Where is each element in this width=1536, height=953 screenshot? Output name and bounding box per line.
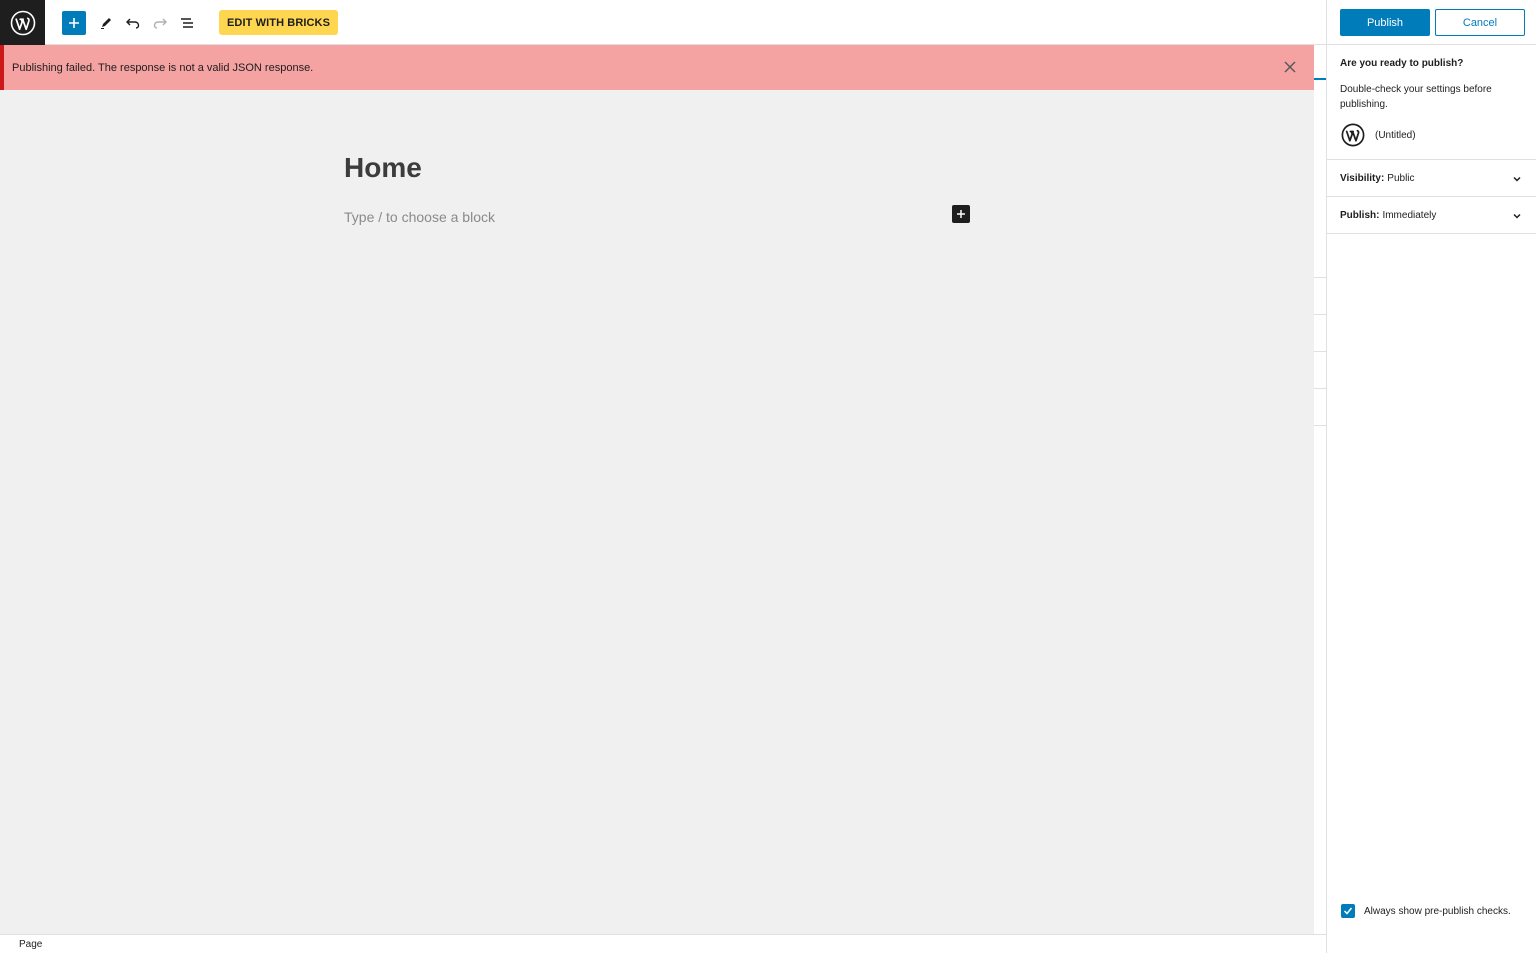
- checkmark-icon: [1343, 907, 1353, 915]
- edge-divider: [1314, 351, 1326, 352]
- chevron-down-icon: [1513, 176, 1521, 182]
- sidebar-edge-strip: [1314, 45, 1326, 934]
- always-show-checkbox[interactable]: [1341, 904, 1355, 918]
- site-info: (Untitled): [1341, 123, 1416, 147]
- ready-heading: Are you ready to publish?: [1340, 58, 1464, 69]
- redo-icon: [153, 18, 167, 29]
- redo-button[interactable]: [148, 11, 172, 35]
- plus-icon: [957, 210, 965, 218]
- undo-icon: [126, 18, 140, 29]
- editor-toolbar: EDIT WITH BRICKS: [0, 0, 1326, 45]
- pencil-icon: [101, 18, 111, 29]
- publish-button[interactable]: Publish: [1340, 9, 1430, 36]
- cancel-button[interactable]: Cancel: [1435, 9, 1525, 36]
- editor-footer: Page: [0, 934, 1326, 953]
- add-block-button[interactable]: [62, 11, 86, 35]
- error-notice: Publishing failed. The response is not a…: [0, 45, 1314, 90]
- block-placeholder[interactable]: Type / to choose a block: [344, 209, 495, 225]
- undo-button[interactable]: [121, 11, 145, 35]
- edge-divider: [1314, 314, 1326, 315]
- wordpress-logo-button[interactable]: [0, 0, 45, 45]
- edge-divider: [1314, 277, 1326, 278]
- visibility-label: Visibility:: [1340, 172, 1385, 184]
- publish-time-row[interactable]: Publish: Immediately: [1327, 197, 1536, 234]
- publish-time-label: Publish:: [1340, 209, 1380, 221]
- post-title[interactable]: Home: [344, 152, 422, 184]
- prepublish-panel: Publish Cancel Are you ready to publish?…: [1326, 0, 1536, 953]
- inline-add-block-button[interactable]: [952, 205, 970, 223]
- tools-button[interactable]: [94, 11, 118, 35]
- publish-time-value: Immediately: [1382, 209, 1437, 221]
- list-view-icon: [181, 18, 193, 28]
- editor-canvas: Home Type / to choose a block: [0, 90, 1314, 934]
- edge-divider: [1314, 425, 1326, 426]
- ready-description: Double-check your settings before publis…: [1340, 84, 1492, 110]
- visibility-row[interactable]: Visibility: Public: [1327, 160, 1536, 197]
- breadcrumb[interactable]: Page: [19, 939, 42, 950]
- wordpress-logo-icon: [10, 10, 35, 35]
- always-show-prepublish: Always show pre-publish checks.: [1341, 904, 1511, 918]
- list-view-button[interactable]: [175, 11, 199, 35]
- edge-divider: [1314, 388, 1326, 389]
- panel-header: Publish Cancel: [1327, 0, 1536, 45]
- notice-close-button[interactable]: [1282, 59, 1298, 75]
- visibility-value: Public: [1387, 172, 1415, 184]
- close-icon: [1284, 61, 1296, 73]
- always-show-label: Always show pre-publish checks.: [1364, 905, 1511, 917]
- site-name: (Untitled): [1375, 129, 1416, 141]
- plus-icon: [69, 18, 79, 28]
- wordpress-logo-icon: [1341, 123, 1365, 147]
- notice-message: Publishing failed. The response is not a…: [12, 61, 314, 74]
- edit-with-bricks-button[interactable]: EDIT WITH BRICKS: [219, 10, 339, 35]
- ready-section: Are you ready to publish? Double-check y…: [1327, 45, 1536, 160]
- active-tab-indicator: [1314, 78, 1326, 80]
- chevron-down-icon: [1513, 213, 1521, 219]
